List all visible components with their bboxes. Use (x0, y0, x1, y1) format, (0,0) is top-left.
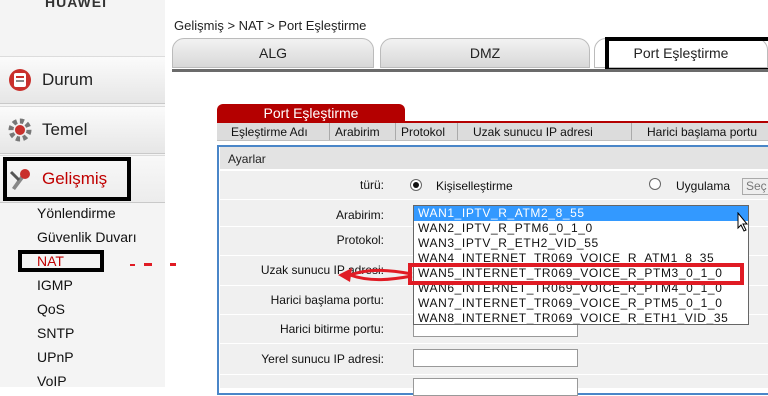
gear-icon (6, 116, 34, 144)
submenu-item-igmp[interactable]: IGMP (37, 277, 73, 293)
interface-option[interactable]: WAN2_IPTV_R_PTM6_0_1_0 (414, 221, 748, 236)
submenu-item-guvenlik-duvari[interactable]: Güvenlik Duvarı (37, 229, 137, 245)
interface-label: Arabirim: (335, 208, 384, 222)
local-ip-input[interactable] (413, 349, 578, 367)
interface-option[interactable]: WAN7_INTERNET_TR069_VOICE_R_PTM5_0_1_0 (414, 296, 748, 311)
settings-header: Ayarlar (220, 147, 768, 169)
column-separator (457, 123, 458, 140)
external-end-port-label: Harici bitirme portu: (279, 322, 384, 336)
column-separator (631, 123, 632, 140)
interface-option[interactable]: WAN3_IPTV_R_ETH2_VID_55 (414, 236, 748, 251)
radio-uygulama[interactable] (649, 178, 661, 190)
column-separator (329, 123, 330, 140)
sidebar-item-durum[interactable]: Durum (0, 56, 165, 104)
annotation-box-nat (18, 250, 104, 272)
tab-dmz[interactable]: DMZ (380, 38, 590, 68)
annotation-box-wan5 (408, 263, 744, 285)
section-title: Port Eşleştirme (217, 104, 405, 121)
next-input[interactable] (413, 378, 578, 396)
external-start-port-label: Harici başlama portu: (270, 293, 384, 307)
sidebar-item-temel[interactable]: Temel (0, 106, 165, 154)
submenu-item-upnp[interactable]: UPnP (37, 349, 74, 365)
column-header: Protokol (401, 125, 446, 139)
annotation-red-marks (130, 263, 176, 266)
annotation-box-gelismis (3, 157, 131, 201)
breadcrumb: Gelişmiş > NAT > Port Eşleştirme (174, 18, 367, 33)
radio-label-uygulama: Uygulama (676, 179, 731, 193)
sidebar-item-label: Temel (42, 120, 88, 139)
tab-alg[interactable]: ALG (172, 38, 374, 68)
settings-header-label: Ayarlar (228, 152, 266, 166)
submenu-item-sntp[interactable]: SNTP (37, 325, 74, 341)
tab-divider (172, 69, 768, 72)
table-header: Eşleştirme Adı Arabirim Protokol Uzak su… (217, 123, 768, 141)
column-header: Arabirim (335, 125, 380, 139)
column-header: Eşleştirme Adı (231, 125, 308, 139)
local-ip-label: Yerel sunucu IP adresi: (261, 352, 384, 366)
column-header: Uzak sunucu IP adresi (473, 125, 593, 139)
status-icon (6, 66, 34, 94)
radio-label-kisisellestirme: Kişiselleştirme (436, 179, 513, 193)
sidebar: HUAWEI Durum Temel Gelişmiş Yönlendirme … (0, 0, 176, 389)
annotation-arrow-icon (338, 268, 413, 282)
huawei-logo: HUAWEI (45, 0, 107, 10)
sidebar-item-label: Durum (42, 70, 94, 89)
application-select[interactable]: Seç (742, 178, 768, 195)
type-label: türü: (359, 178, 384, 192)
interface-option[interactable]: WAN8_INTERNET_TR069_VOICE_R_ETH1_VID_35 (414, 311, 748, 324)
submenu-item-yonlendirme[interactable]: Yönlendirme (37, 205, 116, 221)
protocol-label: Protokol: (336, 233, 384, 247)
interface-option[interactable]: WAN1_IPTV_R_ATM2_8_55 (414, 206, 748, 221)
column-header: Harici başlama portu (647, 125, 758, 139)
mouse-cursor-icon (737, 212, 749, 232)
submenu-item-qos[interactable]: QoS (37, 301, 65, 317)
annotation-box-port-tab (605, 37, 768, 72)
radio-kisisellestirme[interactable] (410, 179, 422, 191)
column-separator (395, 123, 396, 140)
